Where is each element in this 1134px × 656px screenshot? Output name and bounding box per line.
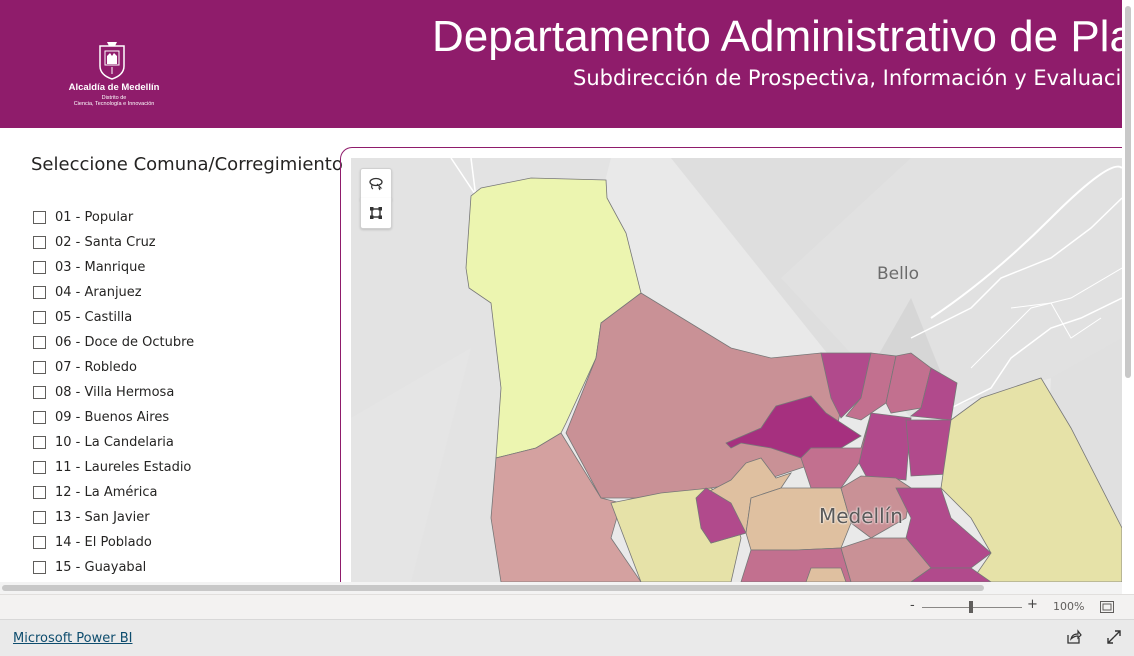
slicer-item-label: 08 - Villa Hermosa [55, 385, 175, 400]
map-label-bello: Bello [877, 264, 919, 284]
slicer-item[interactable]: 01 - Popular [33, 205, 333, 230]
filled-map[interactable]: Bello Medellín [351, 158, 1122, 582]
slicer-item-label: 07 - Robledo [55, 360, 137, 375]
power-bi-link[interactable]: Microsoft Power BI [13, 631, 132, 646]
report-title: Departamento Administrativo de Plan [432, 12, 1122, 61]
slicer-checkbox[interactable] [33, 536, 46, 549]
slicer-item[interactable]: 05 - Castilla [33, 305, 333, 330]
slicer-item-label: 11 - Laureles Estadio [55, 460, 192, 475]
slicer-item[interactable]: 14 - El Poblado [33, 530, 333, 555]
slicer-checkbox[interactable] [33, 511, 46, 524]
slicer-checkbox[interactable] [33, 311, 46, 324]
slicer-checkbox[interactable] [33, 411, 46, 424]
slicer-item[interactable]: 04 - Aranjuez [33, 280, 333, 305]
slicer-item-label: 09 - Buenos Aires [55, 410, 170, 425]
slicer-item-label: 15 - Guayabal [55, 560, 147, 575]
logo-subtitle-line2: Ciencia, Tecnología e Innovación [73, 101, 155, 107]
rectangle-select-button[interactable] [360, 198, 392, 229]
slicer-checkbox[interactable] [33, 361, 46, 374]
slicer-checkbox[interactable] [33, 336, 46, 349]
fit-to-page-icon[interactable] [1100, 601, 1114, 613]
slicer-item-label: 04 - Aranjuez [55, 285, 142, 300]
logo-name: Alcaldía de Medellín [68, 82, 160, 93]
share-icon[interactable] [1066, 629, 1082, 645]
zoom-bar: - + 100% [0, 594, 1134, 619]
slicer-item[interactable]: 03 - Manrique [33, 255, 333, 280]
slicer-title: Seleccione Comuna/Corregimiento [31, 154, 343, 175]
slicer-item[interactable]: 09 - Buenos Aires [33, 405, 333, 430]
slicer-checkbox[interactable] [33, 561, 46, 574]
slicer-item[interactable]: 07 - Robledo [33, 355, 333, 380]
slicer-checkbox[interactable] [33, 461, 46, 474]
horizontal-scrollbar[interactable] [0, 582, 1122, 594]
map-basemap [351, 158, 1122, 582]
slicer-item-label: 01 - Popular [55, 210, 134, 225]
lasso-select-icon [369, 177, 383, 191]
slicer-item-label: 10 - La Candelaria [55, 435, 174, 450]
footer-bar: Microsoft Power BI [0, 619, 1134, 656]
slicer-checkbox[interactable] [33, 211, 46, 224]
zoom-level: 100% [1053, 600, 1085, 613]
report-header: Alcaldía de Medellín Distrito de Ciencia… [0, 0, 1122, 128]
slicer-item-label: 06 - Doce de Octubre [55, 335, 195, 350]
slicer-item[interactable]: 08 - Villa Hermosa [33, 380, 333, 405]
rectangle-select-icon [370, 207, 382, 219]
slicer-checkbox[interactable] [33, 386, 46, 399]
slicer-checkbox[interactable] [33, 261, 46, 274]
slicer-item-label: 03 - Manrique [55, 260, 146, 275]
horizontal-scrollbar-thumb[interactable] [2, 585, 984, 591]
coat-of-arms-icon [99, 42, 125, 80]
vertical-scrollbar[interactable] [1122, 0, 1134, 592]
slicer-item[interactable]: 13 - San Javier [33, 505, 333, 530]
slicer-checkbox[interactable] [33, 286, 46, 299]
zoom-slider-thumb[interactable] [969, 601, 973, 613]
slicer-item[interactable]: 02 - Santa Cruz [33, 230, 333, 255]
fullscreen-icon[interactable] [1106, 629, 1122, 645]
slicer-item-label: 12 - La América [55, 485, 158, 500]
lasso-select-button[interactable] [360, 168, 392, 200]
map-label-medellin: Medellín [819, 504, 903, 528]
slicer-item[interactable]: 10 - La Candelaria [33, 430, 333, 455]
alcaldia-logo: Alcaldía de Medellín Distrito de Ciencia… [64, 38, 164, 110]
slicer-item[interactable]: 06 - Doce de Octubre [33, 330, 333, 355]
comuna-slicer: 01 - Popular 02 - Santa Cruz 03 - Manrique… [33, 205, 333, 581]
zoom-out-button[interactable]: - [910, 598, 915, 613]
report-subtitle: Subdirección de Prospectiva, Información… [573, 66, 1122, 90]
slicer-item-label: 13 - San Javier [55, 510, 150, 525]
slicer-checkbox[interactable] [33, 236, 46, 249]
slicer-checkbox[interactable] [33, 436, 46, 449]
slicer-item[interactable]: 11 - Laureles Estadio [33, 455, 333, 480]
slicer-item-label: 14 - El Poblado [55, 535, 152, 550]
logo-subtitle: Distrito de Ciencia, Tecnología e Innova… [64, 95, 164, 107]
slicer-item[interactable]: 12 - La América [33, 480, 333, 505]
slicer-item-label: 05 - Castilla [55, 310, 133, 325]
slicer-checkbox[interactable] [33, 486, 46, 499]
slicer-item-label: 02 - Santa Cruz [55, 235, 156, 250]
vertical-scrollbar-thumb[interactable] [1125, 6, 1131, 378]
slicer-item[interactable]: 15 - Guayabal [33, 555, 333, 580]
zoom-in-button[interactable]: + [1027, 597, 1038, 612]
